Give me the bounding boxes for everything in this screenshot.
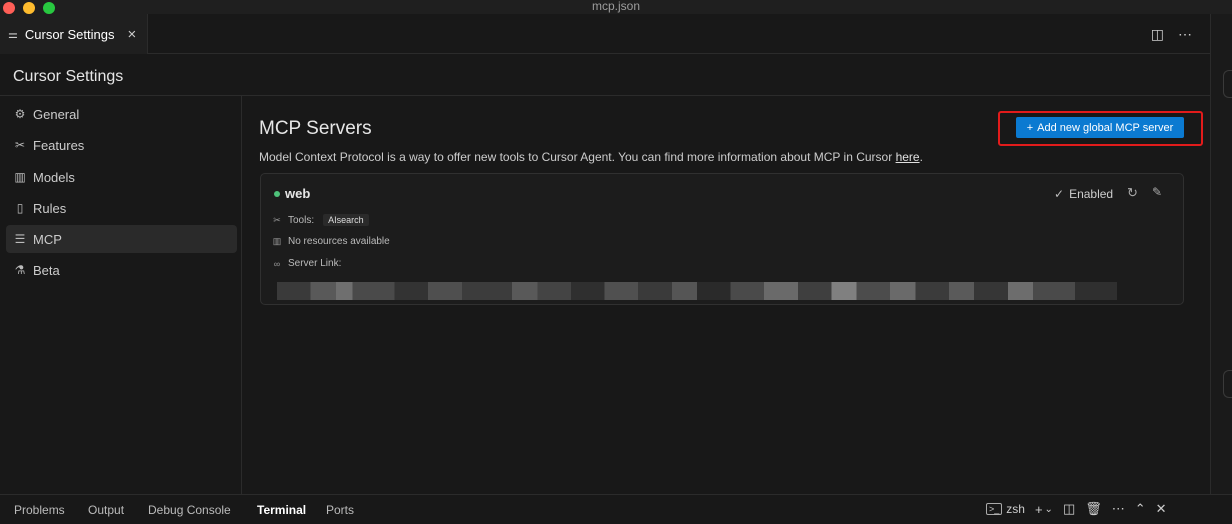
settings-sidebar: ⚙ General ✂ Features ▥ Models ▯ Rules ☰ … [0,96,242,494]
library-icon: ▥ [272,236,282,246]
sidebar-item-general[interactable]: ⚙ General [6,100,237,128]
enabled-toggle[interactable]: ✓ Enabled [1054,187,1113,201]
sidebar-item-models[interactable]: ▥ Models [6,163,237,191]
flask-icon: ⚗ [14,263,26,277]
enabled-label: Enabled [1069,187,1114,201]
split-editor-icon[interactable]: ◫ [1151,26,1164,43]
strip-control [1223,70,1232,98]
tools-icon: ✂ [14,138,26,152]
section-title: MCP Servers [259,118,372,139]
gear-icon: ⚙ [14,107,26,121]
title-bar: mcp.json [0,0,1232,14]
shell-name[interactable]: zsh [1006,502,1025,516]
section-description: Model Context Protocol is a way to offer… [259,150,923,164]
settings-header: Cursor Settings [0,54,1210,96]
tab-label: Cursor Settings [24,26,115,42]
panel-tab-bar: Problems Output Debug Console Terminal P… [0,494,1232,524]
bar-chart-icon: ▥ [14,170,26,184]
more-actions-icon[interactable]: ⋯ [1178,26,1192,43]
sidebar-item-features[interactable]: ✂ Features [6,131,237,159]
settings-sliders-icon: ⚌ [8,28,18,41]
terminal-icon: >_ [986,503,1003,515]
check-icon: ✓ [1054,187,1065,201]
description-text: Model Context Protocol is a way to offer… [259,150,896,164]
close-icon[interactable]: × [127,26,136,43]
link-icon: ∞ [273,258,281,269]
document-icon: ▯ [16,201,24,215]
sidebar-item-label: Features [33,137,85,153]
edit-icon[interactable]: ✎ [1152,185,1162,199]
split-terminal-icon[interactable]: ◫ [1063,501,1075,517]
tools-label: Tools: [288,214,315,226]
secondary-sidebar-edge [1210,14,1232,494]
sidebar-item-label: Models [33,169,75,185]
sidebar-item-label: General [33,106,80,122]
status-dot [274,191,280,197]
mcp-server-card: web ✓ Enabled ↻ ✎ ✂ Tools: AIsearch ▥ No… [260,173,1184,305]
tools-row: ✂ Tools: AIsearch [272,214,369,226]
sidebar-item-mcp[interactable]: ☰ MCP [6,225,237,253]
new-terminal-icon[interactable]: + [1035,502,1043,517]
docs-link[interactable]: here [896,150,920,164]
redacted-server-link [277,282,1117,300]
more-actions-icon[interactable]: ⋯ [1112,501,1125,517]
sidebar-item-label: Beta [33,262,60,278]
trash-icon[interactable]: 🗑 [1085,501,1102,517]
annotation-highlight [998,111,1203,146]
refresh-icon[interactable]: ↻ [1127,185,1138,201]
page-title: Cursor Settings [13,68,124,85]
resources-label: No resources available [288,236,390,247]
server-link-label: Server Link: [288,258,342,269]
tool-chip: AIsearch [323,214,369,226]
sidebar-item-label: Rules [33,200,67,216]
server-stack-icon: ☰ [14,232,26,246]
tab-ports[interactable]: Ports [326,495,354,524]
tab-cursor-settings[interactable]: ⚌ Cursor Settings × [0,14,148,54]
editor-tab-bar: ⚌ Cursor Settings × ◫ ⋯ [0,14,1210,54]
terminal-actions: >_ zsh + ⌄ ◫ 🗑 ⋯ ⌃ ✕ [986,501,1167,517]
tab-output[interactable]: Output [88,495,124,524]
sidebar-item-label: MCP [33,231,62,247]
maximize-panel-icon[interactable]: ⌃ [1135,501,1146,517]
tab-debug-console[interactable]: Debug Console [148,495,231,524]
close-panel-icon[interactable]: ✕ [1156,501,1167,517]
strip-control [1223,370,1232,398]
resources-row: ▥ No resources available [272,236,390,247]
server-name: web [285,186,311,201]
tools-icon: ✂ [273,214,281,225]
tab-terminal[interactable]: Terminal [251,495,312,524]
server-link-row: ∞ Server Link: [272,258,342,269]
window-title: mcp.json [591,0,641,13]
sidebar-item-rules[interactable]: ▯ Rules [6,194,237,222]
tab-problems[interactable]: Problems [14,495,65,524]
chevron-down-icon[interactable]: ⌄ [1045,504,1053,515]
mcp-settings-panel: MCP Servers + Add new global MCP server … [242,96,1210,494]
description-end: . [919,150,923,164]
tab-actions: ◫ ⋯ [1151,26,1192,43]
sidebar-item-beta[interactable]: ⚗ Beta [6,256,237,284]
